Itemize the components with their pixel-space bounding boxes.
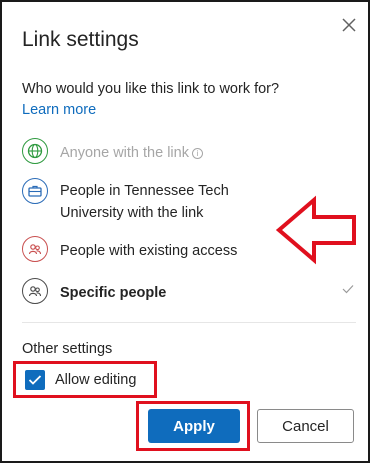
option-label: Anyone with the link i (60, 142, 203, 164)
dialog-title: Link settings (22, 28, 139, 51)
people-icon (22, 236, 48, 262)
apply-button[interactable]: Apply (148, 409, 240, 443)
audience-question: Who would you like this link to work for… (22, 81, 280, 97)
globe-icon (22, 138, 48, 164)
option-label: People with existing access (60, 243, 238, 259)
option-label: Specific people (60, 285, 167, 301)
section-divider (22, 322, 356, 323)
cancel-button[interactable]: Cancel (257, 409, 354, 443)
option-specific-people[interactable]: Specific people (22, 278, 354, 304)
other-settings-heading: Other settings (22, 341, 113, 357)
allow-editing-label: Allow editing (55, 372, 137, 388)
organization-icon (22, 178, 48, 204)
option-anyone[interactable]: Anyone with the link i (22, 138, 352, 164)
checkbox-check-icon (28, 375, 42, 385)
red-arrow-annotation (276, 195, 356, 265)
close-icon[interactable] (340, 16, 358, 34)
specific-people-icon (22, 278, 48, 304)
allow-editing-checkbox[interactable] (25, 370, 45, 390)
option-label: People in Tennessee Tech University with… (60, 183, 229, 221)
checkmark-icon (342, 285, 354, 294)
info-icon: i (191, 148, 203, 159)
learn-more-link[interactable]: Learn more (22, 102, 96, 118)
